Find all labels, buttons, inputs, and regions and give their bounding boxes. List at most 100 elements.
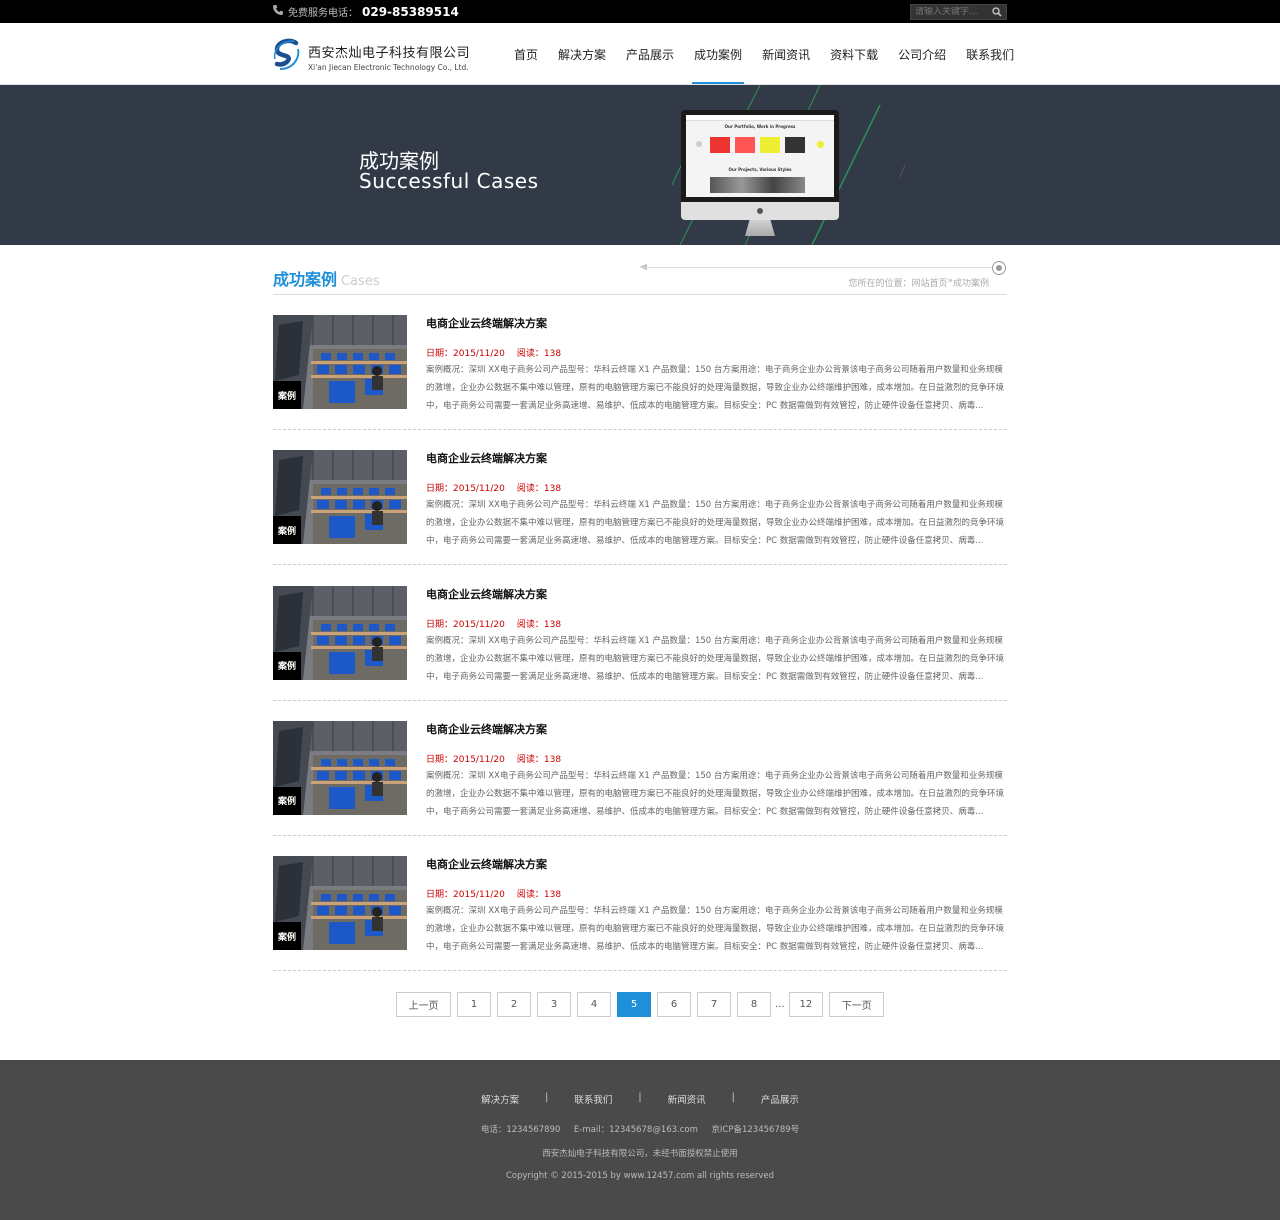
case-reads: 138 xyxy=(543,619,562,630)
banner-title-en: Successful Cases xyxy=(359,169,539,193)
case-title[interactable]: 电商企业云终端解决方案 xyxy=(426,450,547,466)
page-ellipsis: ... xyxy=(775,999,785,1010)
breadcrumb-current: 成功案例 xyxy=(952,279,989,289)
site-footer: 解决方案 | 联系我们 | 新闻资讯 | 产品展示 电话：1234567890 … xyxy=(0,1060,1280,1220)
case-date: 2015/11/20 xyxy=(453,484,505,495)
page-button-4[interactable]: 4 xyxy=(577,992,611,1017)
footer-link-products[interactable]: 产品展示 xyxy=(761,1092,799,1106)
case-item[interactable]: 案例 电商企业云终端解决方案 日期：2015/11/20 阅读：138 案例概况：深圳 … xyxy=(273,836,1007,971)
case-reads-label: 阅读： xyxy=(516,890,544,900)
case-date-label: 日期： xyxy=(426,890,454,900)
nav-item-news[interactable]: 新闻资讯 xyxy=(752,23,820,85)
case-title[interactable]: 电商企业云终端解决方案 xyxy=(426,856,547,872)
page-button-8[interactable]: 8 xyxy=(737,992,771,1017)
case-date: 2015/11/20 xyxy=(453,754,505,765)
case-description: 案例概况：深圳 XX电子商务公司产品型号：华科云终端 X1 产品数量：150 台… xyxy=(426,770,1005,817)
nav-item-contact[interactable]: 联系我们 xyxy=(956,23,1024,85)
footer-copyright: Copyright © 2015-2015 by www.12457.com a… xyxy=(505,1171,775,1181)
case-reads: 138 xyxy=(543,890,562,900)
main-nav: 首页 解决方案 产品展示 成功案例 新闻资讯 资料下载 公司介绍 联系我们 xyxy=(504,23,1024,85)
company-logo[interactable]: 西安杰灿电子科技有限公司 Xi'an Jiecan Electronic Tec… xyxy=(272,37,470,76)
case-tag-badge: 案例 xyxy=(273,516,301,545)
case-reads: 138 xyxy=(543,484,562,495)
case-thumbnail[interactable]: 案例 xyxy=(273,856,407,950)
section-title-cn: 成功案例 xyxy=(273,270,338,289)
hotline-number: 029-85389514 xyxy=(362,4,459,19)
case-title[interactable]: 电商企业云终端解决方案 xyxy=(426,315,547,331)
page-button-2[interactable]: 2 xyxy=(497,992,531,1017)
footer-company: 西安杰灿电子科技有限公司，未经书面授权禁止使用 xyxy=(542,1149,738,1159)
logo-mark-icon xyxy=(272,37,302,76)
page-button-3[interactable]: 3 xyxy=(537,992,571,1017)
banner-decor-lines xyxy=(671,85,906,245)
prev-page-button[interactable]: 上一页 xyxy=(396,992,451,1017)
screen-heading: Our Portfolio, Work in Progress xyxy=(724,124,796,129)
nav-item-downloads[interactable]: 资料下载 xyxy=(820,23,888,85)
case-item[interactable]: 案例 电商企业云终端解决方案日期：2015/11/20 阅读：138 案例概况：深圳 … xyxy=(273,430,1007,566)
search-icon[interactable] xyxy=(989,5,1005,19)
case-description: 案例概况：深圳 XX电子商务公司产品型号：华科云终端 X1 产品数量：150 台… xyxy=(426,635,1005,682)
case-reads-label: 阅读： xyxy=(516,619,544,630)
monitor-chin xyxy=(681,202,839,220)
case-description: 案例概况：深圳 XX电子商务公司产品型号：华科云终端 X1 产品数量：150 台… xyxy=(426,365,1005,411)
page-button-7[interactable]: 7 xyxy=(697,992,731,1017)
case-thumbnail[interactable]: 案例 xyxy=(273,315,407,409)
monitor-illustration: Our Portfolio, Work in Progress Our Proj… xyxy=(681,110,839,236)
case-meta: 日期：2015/11/20 阅读：138 xyxy=(426,617,561,630)
case-description: 案例概况：深圳 XX电子商务公司产品型号：华科云终端 X1 产品数量：150 台… xyxy=(426,906,1005,952)
footer-separator: | xyxy=(545,1092,549,1103)
nav-item-cases[interactable]: 成功案例 xyxy=(684,23,752,85)
case-tag-badge: 案例 xyxy=(273,922,301,950)
footer-link-contact[interactable]: 联系我们 xyxy=(574,1092,612,1106)
case-tag-badge: 案例 xyxy=(273,651,301,680)
breadcrumb-prefix: 您所在的位置： xyxy=(848,279,912,289)
case-title[interactable]: 电商企业云终端解决方案 xyxy=(426,586,547,602)
site-header: 西安杰灿电子科技有限公司 Xi'an Jiecan Electronic Tec… xyxy=(0,23,1280,85)
case-reads-label: 阅读： xyxy=(516,484,544,495)
search-box xyxy=(910,4,1007,20)
nav-item-products[interactable]: 产品展示 xyxy=(616,23,684,85)
footer-separator: | xyxy=(731,1092,735,1103)
logo-name-cn: 西安杰灿电子科技有限公司 xyxy=(308,45,471,61)
monitor-stand xyxy=(745,220,775,236)
deco-circle-icon xyxy=(992,261,1006,275)
section-title-en: Cases xyxy=(341,274,380,289)
case-item[interactable]: 案例 电商企业云终端解决方案 日期：2015/11/20 阅读：138 案例概况：深圳 … xyxy=(273,566,1007,701)
footer-separator: | xyxy=(638,1092,642,1103)
footer-contact: 电话：1234567890 E-mail：12345678@163.com 京I… xyxy=(480,1125,800,1135)
breadcrumb-home[interactable]: 网站首页 xyxy=(911,276,947,289)
case-date-label: 日期： xyxy=(426,349,454,359)
nav-item-solutions[interactable]: 解决方案 xyxy=(548,23,616,85)
case-thumbnail[interactable]: 案例 xyxy=(273,720,407,815)
nav-item-about[interactable]: 公司介绍 xyxy=(888,23,956,85)
case-title[interactable]: 电商企业云终端解决方案 xyxy=(426,721,547,737)
hotline-label: 免费服务电话： xyxy=(288,8,358,19)
search-input[interactable] xyxy=(911,7,989,17)
case-reads-label: 阅读： xyxy=(516,754,544,765)
page-button-5[interactable]: 5 xyxy=(617,992,651,1017)
page-button-last[interactable]: 12 xyxy=(788,992,824,1017)
page-button-6[interactable]: 6 xyxy=(657,992,691,1017)
case-tag-badge: 案例 xyxy=(273,381,301,409)
case-meta: 日期：2015/11/20 阅读：138 xyxy=(426,346,561,359)
footer-link-solutions[interactable]: 解决方案 xyxy=(481,1092,519,1106)
case-thumbnail[interactable]: 案例 xyxy=(273,585,407,680)
page-button-1[interactable]: 1 xyxy=(457,992,491,1017)
next-page-button[interactable]: 下一页 xyxy=(829,992,885,1017)
case-item[interactable]: 案例 电商企业云终端解决方案日期：2015/11/20 阅读：138 案例概况：深圳 … xyxy=(273,295,1007,430)
page-banner: 成功案例 Successful Cases Our Portfolio, Wor… xyxy=(0,85,1280,245)
case-description: 案例概况：深圳 XX电子商务公司产品型号：华科云终端 X1 产品数量：150 台… xyxy=(426,500,1005,547)
case-item[interactable]: 案例 电商企业云终端解决方案 日期：2015/11/20 阅读：138 案例概况：深圳 … xyxy=(273,701,1007,836)
case-date-label: 日期： xyxy=(426,754,454,765)
case-tag-badge: 案例 xyxy=(273,786,301,815)
nav-item-home[interactable]: 首页 xyxy=(504,23,548,85)
top-bar: 免费服务电话： 029-85389514 xyxy=(0,0,1280,23)
section-title: 成功案例 Cases xyxy=(273,266,380,290)
hotline: 免费服务电话： 029-85389514 xyxy=(272,4,459,19)
screen-subheading: Our Projects, Various Styles xyxy=(728,167,792,172)
footer-link-news[interactable]: 新闻资讯 xyxy=(668,1092,706,1106)
case-date-label: 日期： xyxy=(426,484,454,495)
footer-nav: 解决方案 | 联系我们 | 新闻资讯 | 产品展示 xyxy=(0,1092,1280,1106)
case-thumbnail[interactable]: 案例 xyxy=(273,450,407,545)
case-date: 2015/11/20 xyxy=(453,619,505,630)
